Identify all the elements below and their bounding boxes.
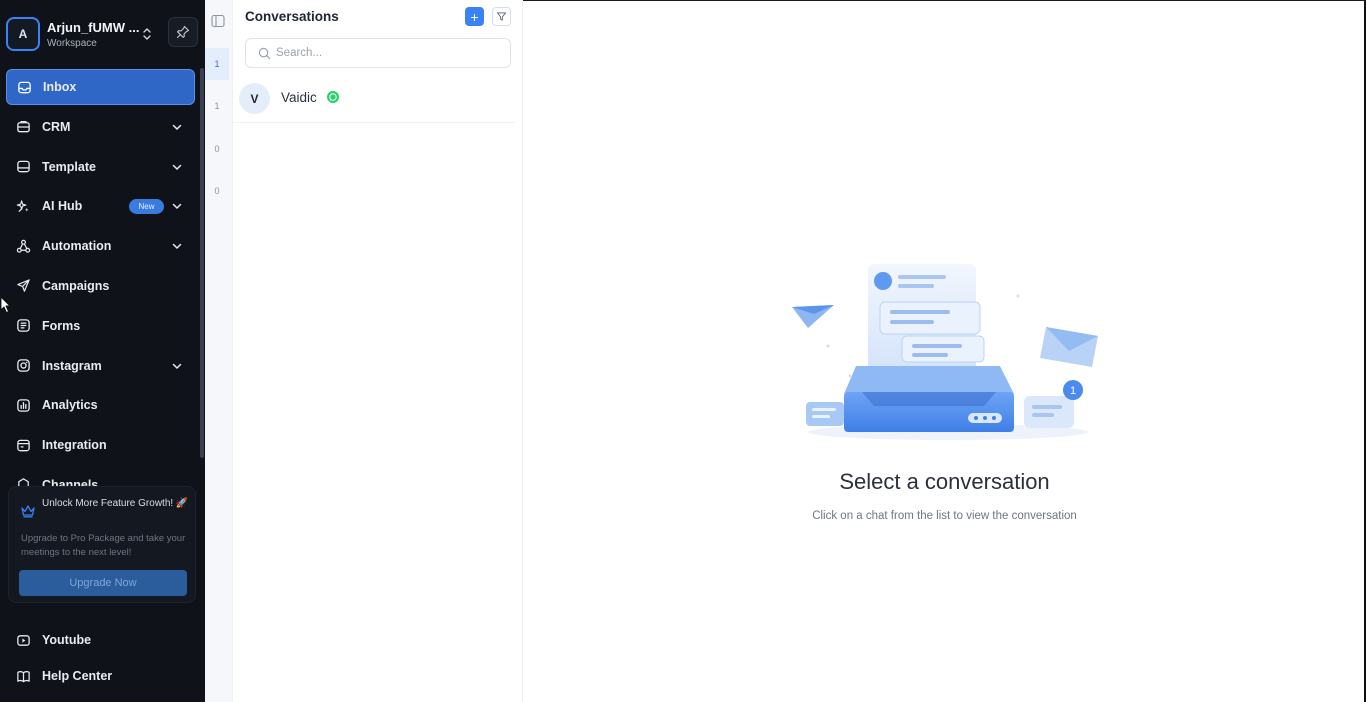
conversation-view: 1 Select a conversation Click on a chat … xyxy=(523,0,1366,702)
sidebar-item-youtube[interactable]: Youtube xyxy=(15,630,91,650)
forms-icon xyxy=(15,318,31,334)
crown-icon xyxy=(21,505,35,518)
sidebar-item-instagram[interactable]: Instagram xyxy=(6,348,195,384)
workspace-subtitle: Workspace xyxy=(47,38,97,49)
sidebar-item-crm[interactable]: CRM xyxy=(6,109,195,145)
conversations-title: Conversations xyxy=(245,9,339,24)
sidebar-item-inbox[interactable]: Inbox xyxy=(6,69,195,105)
whatsapp-icon xyxy=(327,91,339,103)
analytics-icon xyxy=(15,397,31,413)
conversation-list-item[interactable]: V Vaidic xyxy=(233,79,515,123)
search-box xyxy=(245,38,511,68)
chevron-updown-icon[interactable] xyxy=(141,26,153,42)
contact-avatar: V xyxy=(239,83,270,114)
app-window: A Arjun_fUMW ... Workspace Inbox CRM Tem… xyxy=(0,0,1366,702)
instagram-icon xyxy=(15,358,31,374)
sidebar-item-analytics[interactable]: Analytics xyxy=(6,387,195,423)
sidebar-item-channels[interactable]: Channels xyxy=(6,467,195,487)
empty-inbox-illustration: 1 xyxy=(792,264,1098,440)
sidebar: A Arjun_fUMW ... Workspace Inbox CRM Tem… xyxy=(0,0,205,702)
sidebar-item-label: Integration xyxy=(42,438,107,453)
sidebar-item-campaigns[interactable]: Campaigns xyxy=(6,268,195,304)
notification-count: 1 xyxy=(1070,385,1076,397)
automation-icon xyxy=(15,238,31,254)
book-icon xyxy=(15,668,31,684)
workspace-name: Arjun_fUMW ... xyxy=(47,20,140,35)
new-badge: New xyxy=(129,199,164,215)
inbox-icon xyxy=(16,79,32,95)
sidebar-nav: Inbox CRM Template AI Hub New Automation… xyxy=(6,69,195,487)
chevron-down-icon xyxy=(172,204,182,210)
upgrade-promo-card: Unlock More Feature Growth! 🚀 Upgrade to… xyxy=(8,486,196,603)
search-icon xyxy=(258,47,271,60)
count-badge[interactable]: 0 xyxy=(205,186,229,196)
count-badge[interactable]: 0 xyxy=(205,144,229,154)
sidebar-item-label: Inbox xyxy=(43,80,77,94)
sidebar-scrollbar[interactable] xyxy=(200,68,204,458)
empty-state-subtitle: Click on a chat from the list to view th… xyxy=(812,510,1077,522)
sidebar-item-help-center[interactable]: Help Center xyxy=(15,666,112,686)
workspace-switcher[interactable]: A Arjun_fUMW ... Workspace xyxy=(6,17,198,53)
chevron-down-icon xyxy=(172,243,182,250)
pin-icon xyxy=(176,25,190,39)
filter-button[interactable] xyxy=(492,7,511,26)
empty-state-title: Select a conversation xyxy=(839,469,1050,494)
promo-title: Unlock More Feature Growth! 🚀 xyxy=(42,498,189,509)
youtube-icon xyxy=(15,632,31,648)
upgrade-now-button[interactable]: Upgrade Now xyxy=(19,570,187,596)
sidebar-item-template[interactable]: Template xyxy=(6,149,195,185)
sidebar-item-label: Analytics xyxy=(42,398,98,413)
inbox-counter-strip: 1 1 0 0 xyxy=(205,0,233,702)
count-badge[interactable]: 1 xyxy=(205,101,229,111)
sidebar-item-automation[interactable]: Automation xyxy=(6,228,195,264)
send-icon xyxy=(15,278,31,294)
template-icon xyxy=(15,159,31,175)
sidebar-toggle-icon[interactable] xyxy=(211,14,225,28)
sidebar-item-label: Forms xyxy=(42,318,81,333)
mouse-cursor-icon xyxy=(0,296,10,313)
sidebar-item-label: CRM xyxy=(42,119,71,134)
contact-name: Vaidic xyxy=(281,90,317,105)
chevron-down-icon xyxy=(172,164,182,170)
pin-sidebar-button[interactable] xyxy=(168,17,198,47)
sidebar-item-label: Template xyxy=(42,159,96,174)
sidebar-item-ai-hub[interactable]: AI Hub New xyxy=(6,188,195,224)
sidebar-item-label: Help Center xyxy=(42,669,113,683)
count-badge[interactable]: 1 xyxy=(205,48,229,80)
sidebar-item-label: Campaigns xyxy=(42,278,110,293)
sidebar-item-label: AI Hub xyxy=(42,199,83,214)
sparkle-icon xyxy=(15,198,31,214)
chevron-down-icon xyxy=(172,124,182,130)
sidebar-item-integration[interactable]: Integration xyxy=(6,427,195,463)
promo-text: Upgrade to Pro Package and take your mee… xyxy=(21,533,186,558)
conversations-panel: Conversations + V Vaidic xyxy=(233,0,523,702)
workspace-avatar: A xyxy=(6,17,40,51)
sidebar-item-label: Instagram xyxy=(42,358,102,373)
new-conversation-button[interactable]: + xyxy=(465,7,484,26)
sidebar-item-label: Youtube xyxy=(42,633,92,647)
sidebar-nav-scroll[interactable]: Inbox CRM Template AI Hub New Automation… xyxy=(0,69,205,487)
sidebar-item-forms[interactable]: Forms xyxy=(6,308,195,344)
integration-icon xyxy=(15,437,31,453)
sidebar-item-label: Automation xyxy=(42,239,112,254)
crm-icon xyxy=(15,119,31,135)
filter-icon xyxy=(496,12,507,21)
search-input[interactable] xyxy=(276,43,501,63)
chevron-down-icon xyxy=(172,363,182,369)
